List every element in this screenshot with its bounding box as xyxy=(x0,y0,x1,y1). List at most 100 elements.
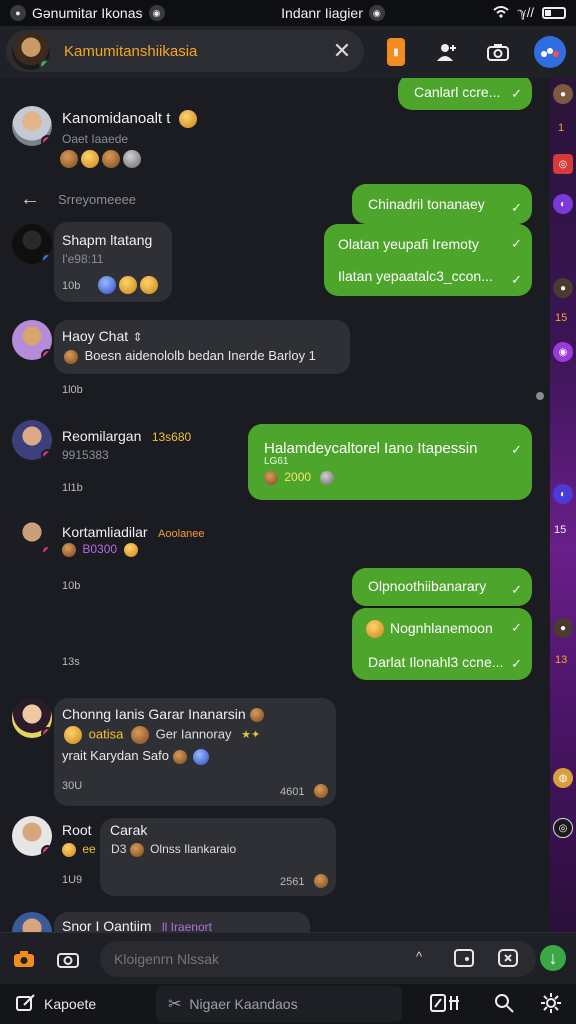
edge-app-icon[interactable]: ◉ xyxy=(553,342,573,362)
nav-search[interactable] xyxy=(494,992,514,1016)
message-time: 1U9 xyxy=(62,874,83,886)
reaction-row[interactable] xyxy=(60,150,144,168)
member-avatar[interactable] xyxy=(12,912,52,932)
message-row[interactable]: Shapm ltatang I'e98:11 10b xyxy=(12,224,182,300)
member-avatar[interactable] xyxy=(12,816,52,856)
side-panel-strip[interactable]: ● 1 ◎ ◐ ● 15 ◉ ◐ 15 ● 13 ◍ ◎ xyxy=(550,78,576,932)
thread-divider[interactable]: ← Srreyomeeee xyxy=(20,188,136,210)
message-row[interactable]: Root Carak ee D3 Olnss Ilankaraio 1U9 25… xyxy=(12,816,342,898)
reaction-icon[interactable] xyxy=(119,276,137,294)
outgoing-message[interactable]: Chinadril tonanaey ✓ xyxy=(352,184,532,224)
member-badge-icon xyxy=(41,135,52,146)
emoji-icon xyxy=(178,110,197,128)
outgoing-message-group[interactable]: Nognhlanemoon ✓ Darlat Ilonahl3 ccne... … xyxy=(352,608,532,680)
edge-app-icon[interactable]: ◍ xyxy=(553,768,573,788)
member-badge-icon xyxy=(41,545,52,556)
message-time: 10b xyxy=(62,580,81,592)
edge-app-icon[interactable]: ◐ xyxy=(553,194,573,214)
message-row[interactable]: Chonng Ianis Garar Inanarsin oatisa Ger … xyxy=(12,698,342,808)
gallery-icon[interactable] xyxy=(56,947,80,971)
member-subtitle: Oaet Iaaede xyxy=(62,132,129,146)
member-avatar[interactable] xyxy=(12,224,52,264)
edge-app-icon[interactable]: ◐ xyxy=(553,484,573,504)
menu-icon[interactable] xyxy=(534,36,566,68)
member-avatar[interactable] xyxy=(12,320,52,360)
grid-icon xyxy=(430,993,464,1015)
member-avatar[interactable] xyxy=(12,516,52,556)
message-time: 10b xyxy=(62,280,81,292)
member-avatar[interactable] xyxy=(12,698,52,738)
reaction-icon[interactable] xyxy=(60,150,78,168)
app-icon: ◉ xyxy=(148,5,165,21)
edge-avatar[interactable]: ● xyxy=(553,84,573,104)
nav-compose[interactable]: Kapoete xyxy=(16,992,96,1016)
message-row[interactable]: Kanomidanoalt t Oaet Iaaede xyxy=(12,106,312,176)
message-row[interactable]: Kortamliadilar Aoolanee B0300 10b xyxy=(12,516,272,596)
nav-center[interactable]: ✂ Nigaer Kaandaos xyxy=(168,992,298,1016)
bookmark-icon[interactable]: ▮ xyxy=(387,38,405,66)
emoji-icon xyxy=(366,620,384,638)
reaction-icon[interactable] xyxy=(123,150,141,168)
edge-app-icon[interactable]: ◎ xyxy=(553,154,573,174)
member-tag: Aoolanee xyxy=(158,528,205,540)
member-subtitle: 9915383 xyxy=(62,448,109,462)
camera-icon[interactable] xyxy=(12,947,36,971)
reaction-icon[interactable] xyxy=(102,150,120,168)
message-row[interactable]: Snor I Oantiim ll Iraenort xyxy=(12,912,322,932)
message-time: 4601 xyxy=(280,786,305,798)
message-time: 2561 xyxy=(280,876,305,888)
message-input[interactable] xyxy=(114,949,394,969)
gear-icon xyxy=(540,992,562,1017)
outgoing-message[interactable]: Olpnoothiibanarary ✓ xyxy=(352,568,532,606)
header-search-pill[interactable]: Kamumitanshiikasia ✕ xyxy=(6,30,364,72)
read-receipt-icon: ✓ xyxy=(511,272,522,287)
nav-settings[interactable] xyxy=(540,992,562,1016)
message-text: Ilatan yepaatalc3_ccon... xyxy=(338,268,493,284)
member-name: Kanomidanoalt t xyxy=(62,110,171,128)
nav-grid[interactable] xyxy=(430,992,464,1016)
online-status-icon xyxy=(39,59,50,70)
back-arrow-icon[interactable]: ← xyxy=(20,188,40,211)
edge-avatar[interactable]: ● xyxy=(553,618,573,638)
expand-caret-icon[interactable]: ^ xyxy=(416,949,422,964)
reaction-icon[interactable] xyxy=(140,276,158,294)
outgoing-message[interactable]: Halamdeycaltorel Iano Itapessin ✓ LG61 2… xyxy=(248,424,532,500)
edge-count: 1 xyxy=(558,122,565,134)
admin-icon: ⇕ xyxy=(132,330,143,344)
member-avatar[interactable] xyxy=(12,106,52,146)
reaction-icon[interactable] xyxy=(98,276,116,294)
close-icon[interactable]: ✕ xyxy=(324,33,360,69)
voice-send-button[interactable]: ↓ xyxy=(540,945,566,971)
read-receipt-icon: ✓ xyxy=(511,442,522,457)
status-left-text: Gənumitar Ikonas xyxy=(32,5,143,21)
member-tag: 13s680 xyxy=(151,430,192,444)
add-user-icon[interactable] xyxy=(431,36,463,68)
message-input-bar: ^ ↓ xyxy=(0,932,576,984)
sticker-icon[interactable] xyxy=(454,949,474,972)
camera-icon[interactable] xyxy=(482,36,514,68)
member-name: Root xyxy=(62,822,92,838)
member-badge-icon xyxy=(41,845,52,856)
edge-avatar[interactable]: ● xyxy=(553,278,573,298)
edge-app-icon[interactable]: ◎ xyxy=(553,818,573,838)
chat-area[interactable]: Canlarl ccre... ✓ Kanomidanoalt t Oaet I… xyxy=(0,78,550,932)
member-badge-icon xyxy=(41,349,52,360)
outgoing-message-group[interactable]: Olatan yeupafi Iremoty ✓ Ilatan yepaatal… xyxy=(324,224,532,296)
message-text: D3 xyxy=(111,842,127,856)
message-input-field[interactable]: ^ xyxy=(100,941,536,977)
group-avatar[interactable] xyxy=(12,32,50,70)
scrollbar-thumb[interactable] xyxy=(536,392,544,400)
reaction-icon[interactable] xyxy=(81,150,99,168)
read-receipt-icon: ✓ xyxy=(511,656,522,671)
emoji-icon xyxy=(130,726,149,744)
member-avatar[interactable] xyxy=(12,420,52,460)
message-row[interactable]: Haoy Chat ⇕ Boesn aidenololb bedan Inerd… xyxy=(12,320,352,400)
sparkle-icon: ★✦ xyxy=(241,729,261,742)
outgoing-message[interactable]: Canlarl ccre... ✓ xyxy=(398,78,532,110)
member-badge-icon xyxy=(41,449,52,460)
read-receipt-icon: ✓ xyxy=(511,582,522,597)
message-row[interactable]: Reomilargan 13s680 9915383 1l1b xyxy=(12,420,242,500)
member-tag: ll Iraenort xyxy=(161,920,212,932)
reaction-row[interactable] xyxy=(98,276,161,294)
gif-icon[interactable] xyxy=(498,949,518,972)
